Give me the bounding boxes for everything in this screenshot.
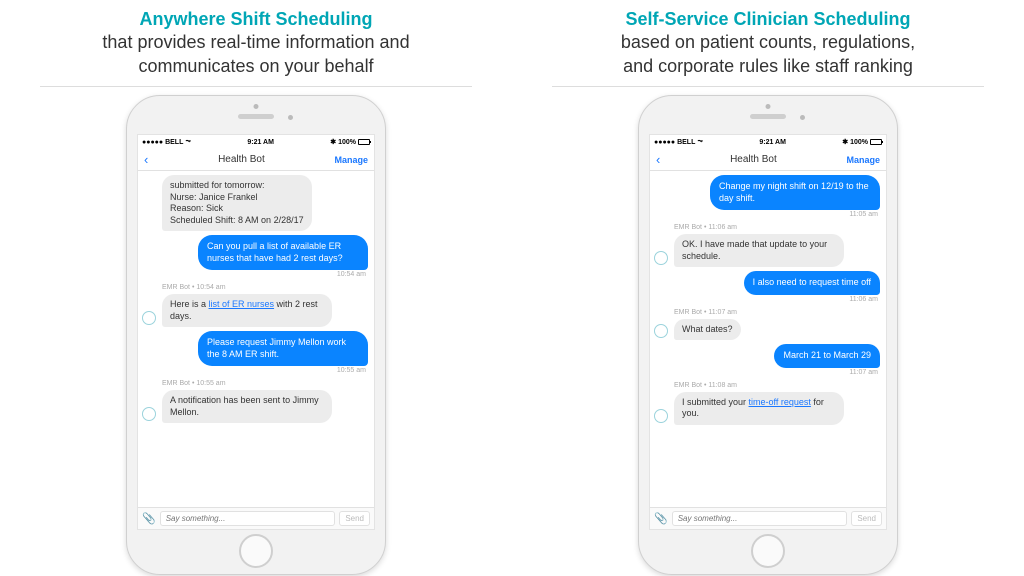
wifi-icon: ⏦: [697, 138, 703, 146]
input-bar: 📎 Send: [650, 507, 886, 529]
bot-message: EMR Bot • 10:54 am Here is a list of ER …: [144, 284, 368, 327]
timeoff-request-link[interactable]: time-off request: [749, 397, 811, 407]
clock-label: 9:21 AM: [247, 139, 274, 146]
left-column: Anywhere Shift Scheduling that provides …: [0, 0, 512, 576]
timestamp: 11:06 am: [656, 296, 878, 305]
sensor-dot-icon: [766, 104, 771, 109]
battery-icon: [358, 139, 370, 145]
bot-meta: EMR Bot • 10:54 am: [162, 284, 368, 293]
text-line: Nurse: Janice Frankel: [170, 192, 304, 204]
left-divider: [40, 86, 472, 87]
user-message: Change my night shift on 12/19 to the da…: [656, 175, 880, 220]
message-input[interactable]: [672, 511, 848, 526]
battery-icon: [870, 139, 882, 145]
bot-meta: EMR Bot • 11:06 am: [674, 224, 880, 233]
text-line: Scheduled Shift: 8 AM on 2/28/17: [170, 215, 304, 227]
right-title: Self-Service Clinician Scheduling: [625, 9, 910, 29]
camera-dot-icon: [800, 115, 805, 120]
user-bubble: Please request Jimmy Mellon work the 8 A…: [198, 331, 368, 366]
right-phone-frame: ●●●●● BELL ⏦ 9:21 AM ✱ 100% ‹ Health Bot…: [638, 95, 898, 575]
nav-bar: ‹ Health Bot Manage: [138, 149, 374, 171]
user-bubble: Change my night shift on 12/19 to the da…: [710, 175, 880, 210]
home-button[interactable]: [751, 534, 785, 568]
send-button[interactable]: Send: [851, 511, 882, 526]
bot-bubble: submitted for tomorrow: Nurse: Janice Fr…: [162, 175, 312, 231]
bot-bubble: OK. I have made that update to your sche…: [674, 234, 844, 267]
chat-scroll[interactable]: submitted for tomorrow: Nurse: Janice Fr…: [138, 171, 374, 507]
battery-label: 100%: [338, 139, 356, 146]
bot-message: EMR Bot • 11:08 am I submitted your time…: [656, 382, 880, 425]
battery-label: 100%: [850, 139, 868, 146]
right-subtitle-2: and corporate rules like staff ranking: [621, 55, 915, 78]
manage-link[interactable]: Manage: [846, 155, 880, 165]
nav-title: Health Bot: [218, 154, 265, 165]
bot-message: submitted for tomorrow: Nurse: Janice Fr…: [144, 175, 368, 231]
left-heading: Anywhere Shift Scheduling that provides …: [102, 8, 409, 78]
status-bar: ●●●●● BELL ⏦ 9:21 AM ✱ 100%: [138, 135, 374, 149]
left-screen: ●●●●● BELL ⏦ 9:21 AM ✱ 100% ‹ Health Bot…: [137, 134, 375, 530]
er-nurses-link[interactable]: list of ER nurses: [209, 299, 275, 309]
text-span: Here is a: [170, 299, 209, 309]
message-input[interactable]: [160, 511, 336, 526]
left-subtitle-2: communicates on your behalf: [102, 55, 409, 78]
user-message: Can you pull a list of available ER nurs…: [144, 235, 368, 280]
text-span: I submitted your: [682, 397, 749, 407]
text-line: submitted for tomorrow:: [170, 180, 304, 192]
user-bubble: March 21 to March 29: [774, 344, 880, 368]
nav-title: Health Bot: [730, 154, 777, 165]
right-heading: Self-Service Clinician Scheduling based …: [621, 8, 915, 78]
carrier-label: ●●●●● BELL: [654, 139, 695, 146]
bot-avatar-icon: [654, 251, 668, 265]
bot-bubble: What dates?: [674, 319, 741, 341]
bluetooth-icon: ✱: [842, 138, 848, 146]
wifi-icon: ⏦: [185, 138, 191, 146]
right-divider: [552, 86, 984, 87]
input-bar: 📎 Send: [138, 507, 374, 529]
back-button[interactable]: ‹: [656, 153, 660, 166]
right-screen: ●●●●● BELL ⏦ 9:21 AM ✱ 100% ‹ Health Bot…: [649, 134, 887, 530]
home-button[interactable]: [239, 534, 273, 568]
bot-avatar-icon: [654, 409, 668, 423]
right-column: Self-Service Clinician Scheduling based …: [512, 0, 1024, 576]
sensor-dot-icon: [254, 104, 259, 109]
bot-bubble: I submitted your time-off request for yo…: [674, 392, 844, 425]
timestamp: 10:54 am: [144, 271, 366, 280]
manage-link[interactable]: Manage: [334, 155, 368, 165]
send-button[interactable]: Send: [339, 511, 370, 526]
text-line: Reason: Sick: [170, 203, 304, 215]
bot-avatar-icon: [142, 311, 156, 325]
bot-meta: EMR Bot • 11:07 am: [674, 309, 880, 318]
right-subtitle-1: based on patient counts, regulations,: [621, 31, 915, 54]
bot-meta: EMR Bot • 11:08 am: [674, 382, 880, 391]
bot-message: EMR Bot • 11:06 am OK. I have made that …: [656, 224, 880, 267]
bot-avatar-icon: [142, 407, 156, 421]
bot-bubble: A notification has been sent to Jimmy Me…: [162, 390, 332, 423]
bluetooth-icon: ✱: [330, 138, 336, 146]
timestamp: 11:07 am: [656, 369, 878, 378]
back-button[interactable]: ‹: [144, 153, 148, 166]
left-subtitle-1: that provides real-time information and: [102, 31, 409, 54]
user-message: March 21 to March 29 11:07 am: [656, 344, 880, 377]
bot-bubble: Here is a list of ER nurses with 2 rest …: [162, 294, 332, 327]
user-message: I also need to request time off 11:06 am: [656, 271, 880, 304]
timestamp: 11:05 am: [656, 211, 878, 220]
bot-meta: EMR Bot • 10:55 am: [162, 380, 368, 389]
user-message: Please request Jimmy Mellon work the 8 A…: [144, 331, 368, 376]
camera-dot-icon: [288, 115, 293, 120]
bot-avatar-icon: [654, 324, 668, 338]
attachment-icon[interactable]: 📎: [142, 512, 156, 525]
bot-message: EMR Bot • 10:55 am A notification has be…: [144, 380, 368, 423]
user-bubble: Can you pull a list of available ER nurs…: [198, 235, 368, 270]
chat-scroll[interactable]: Change my night shift on 12/19 to the da…: [650, 171, 886, 507]
left-phone-frame: ●●●●● BELL ⏦ 9:21 AM ✱ 100% ‹ Health Bot…: [126, 95, 386, 575]
user-bubble: I also need to request time off: [744, 271, 880, 295]
carrier-label: ●●●●● BELL: [142, 139, 183, 146]
left-title: Anywhere Shift Scheduling: [139, 9, 372, 29]
attachment-icon[interactable]: 📎: [654, 512, 668, 525]
clock-label: 9:21 AM: [759, 139, 786, 146]
nav-bar: ‹ Health Bot Manage: [650, 149, 886, 171]
timestamp: 10:55 am: [144, 367, 366, 376]
bot-message: EMR Bot • 11:07 am What dates?: [656, 309, 880, 340]
status-bar: ●●●●● BELL ⏦ 9:21 AM ✱ 100%: [650, 135, 886, 149]
